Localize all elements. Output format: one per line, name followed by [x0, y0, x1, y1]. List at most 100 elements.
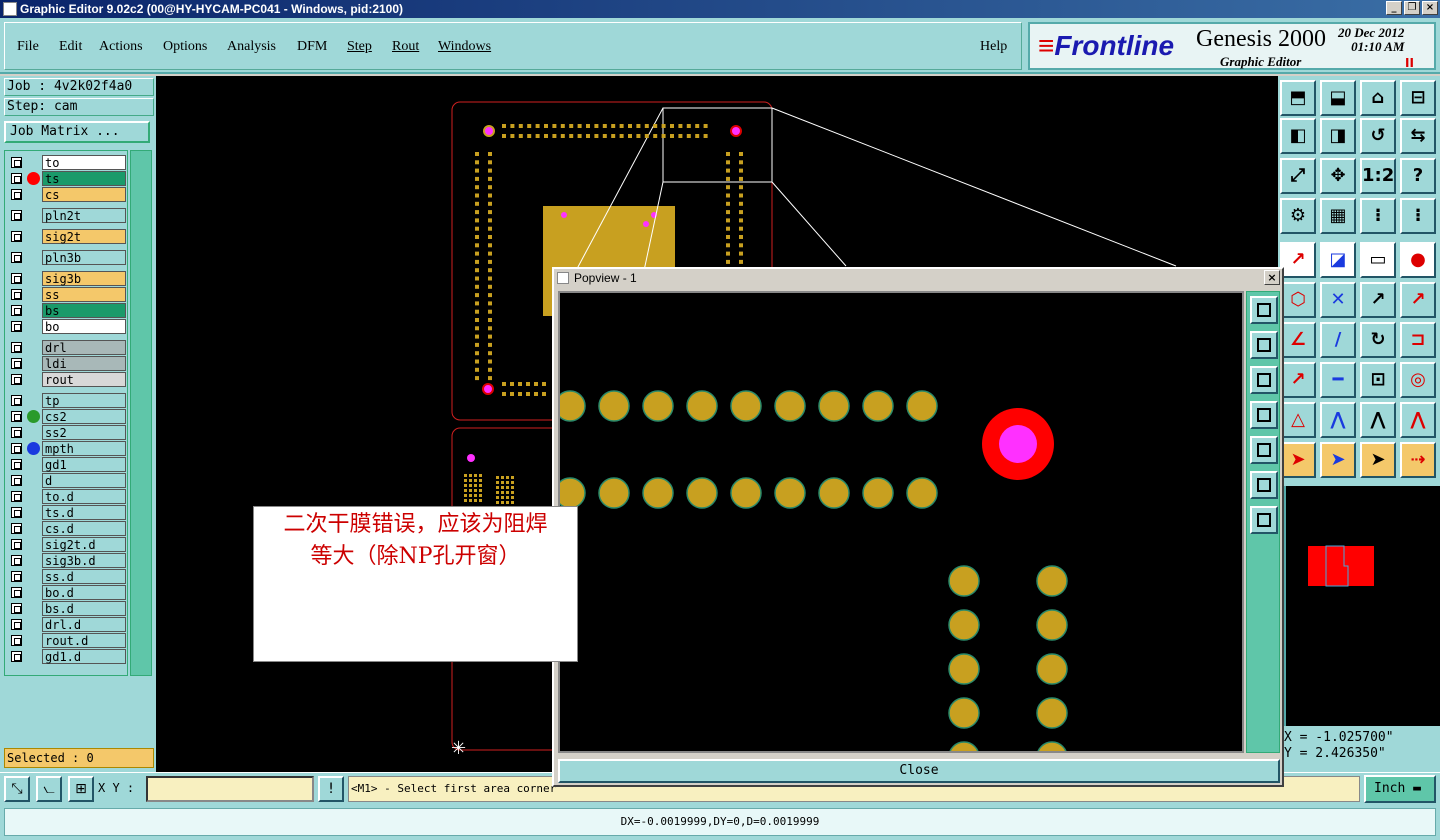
layer-row-sig2t-d[interactable]: sig2t.d [7, 537, 127, 552]
tool-button-7-1[interactable]: ━ [1320, 362, 1356, 398]
layer-row-gd1[interactable]: gd1 [7, 457, 127, 472]
units-select[interactable]: Inch ▬ [1364, 775, 1436, 803]
tool-button-6-1[interactable]: / [1320, 322, 1356, 358]
tool-button-9-0[interactable]: ➤ [1280, 442, 1316, 478]
layer-checkbox[interactable] [11, 173, 22, 184]
layer-checkbox[interactable] [11, 189, 22, 200]
layer-row-gd1-d[interactable]: gd1.d [7, 649, 127, 664]
restore-button[interactable]: ❐ [1404, 1, 1420, 15]
tool-button-5-1[interactable]: ✕ [1320, 282, 1356, 318]
tool-button-9-1[interactable]: ➤ [1320, 442, 1356, 478]
layer-checkbox[interactable] [11, 427, 22, 438]
tool-button-0-1[interactable]: ⬓ [1320, 80, 1356, 116]
tool-button-3-3[interactable]: ⁝ [1400, 198, 1436, 234]
layer-row-ldi[interactable]: ldi [7, 356, 127, 371]
layer-list-scrollbar[interactable] [130, 150, 152, 676]
menu-actions[interactable]: Actions [99, 39, 143, 55]
layer-checkbox[interactable] [11, 305, 22, 316]
layer-checkbox[interactable] [11, 374, 22, 385]
popview-close-button[interactable]: Close [558, 759, 1280, 783]
tool-button-0-0[interactable]: ⬒ [1280, 80, 1316, 116]
popview-canvas[interactable] [558, 291, 1244, 753]
menu-rout[interactable]: Rout [392, 39, 419, 55]
pan-up-icon[interactable] [1250, 366, 1278, 394]
layer-checkbox[interactable] [11, 443, 22, 454]
tool-button-5-0[interactable]: ⬡ [1280, 282, 1316, 318]
layer-checkbox[interactable] [11, 555, 22, 566]
menu-dfm[interactable]: DFM [297, 39, 327, 55]
alert-icon[interactable]: ! [318, 776, 344, 802]
layer-checkbox[interactable] [11, 619, 22, 630]
snap-grid-icon[interactable]: ⊞ [68, 776, 94, 802]
tool-button-3-0[interactable]: ⚙ [1280, 198, 1316, 234]
tool-button-2-1[interactable]: ✥ [1320, 158, 1356, 194]
layer-checkbox[interactable] [11, 523, 22, 534]
tool-button-6-0[interactable]: ∠ [1280, 322, 1316, 358]
layer-row-ss2[interactable]: ss2 [7, 425, 127, 440]
tool-button-4-1[interactable]: ◪ [1320, 242, 1356, 278]
layer-row-ss[interactable]: ss [7, 287, 127, 302]
job-matrix-button[interactable]: Job Matrix ... [4, 121, 150, 143]
tool-button-7-3[interactable]: ◎ [1400, 362, 1436, 398]
tool-button-1-3[interactable]: ⇆ [1400, 118, 1436, 154]
layer-checkbox[interactable] [11, 635, 22, 646]
zoom-out-icon[interactable] [1250, 331, 1278, 359]
tool-button-2-3[interactable]: ? [1400, 158, 1436, 194]
layer-checkbox[interactable] [11, 539, 22, 550]
close-window-button[interactable]: × [1422, 1, 1438, 15]
tool-button-1-0[interactable]: ◧ [1280, 118, 1316, 154]
tool-button-2-2[interactable]: 1:2 [1360, 158, 1396, 194]
pan-right-icon[interactable] [1250, 436, 1278, 464]
tool-button-3-2[interactable]: ⁝ [1360, 198, 1396, 234]
tool-button-8-2[interactable]: ⋀ [1360, 402, 1396, 438]
layer-checkbox[interactable] [11, 475, 22, 486]
layer-row-ss-d[interactable]: ss.d [7, 569, 127, 584]
layer-row-ts[interactable]: ts [7, 171, 127, 186]
tool-button-8-3[interactable]: ⋀ [1400, 402, 1436, 438]
layer-checkbox[interactable] [11, 395, 22, 406]
tool-button-8-1[interactable]: ⋀ [1320, 402, 1356, 438]
layer-checkbox[interactable] [11, 491, 22, 502]
measure-icon[interactable]: ⦦ [36, 776, 62, 802]
layer-row-sig3b-d[interactable]: sig3b.d [7, 553, 127, 568]
tool-button-5-2[interactable]: ↗ [1360, 282, 1396, 318]
layer-row-bs[interactable]: bs [7, 303, 127, 318]
layer-checkbox[interactable] [11, 273, 22, 284]
layer-checkbox[interactable] [11, 252, 22, 263]
menu-windows[interactable]: Windows [438, 39, 491, 55]
menu-options[interactable]: Options [163, 39, 207, 55]
tool-button-5-3[interactable]: ↗ [1400, 282, 1436, 318]
menu-file[interactable]: File [17, 39, 39, 55]
layer-row-bo[interactable]: bo [7, 319, 127, 334]
zoom-area-icon[interactable]: ⤡ [4, 776, 30, 802]
tool-button-0-2[interactable]: ⌂ [1360, 80, 1396, 116]
tool-button-7-2[interactable]: ⊡ [1360, 362, 1396, 398]
tool-button-7-0[interactable]: ↗ [1280, 362, 1316, 398]
layer-checkbox[interactable] [11, 603, 22, 614]
popview-titlebar[interactable]: Popview - 1 × [554, 269, 1282, 287]
xy-input[interactable] [146, 776, 314, 802]
layer-row-rout-d[interactable]: rout.d [7, 633, 127, 648]
menu-help[interactable]: Help [980, 39, 1007, 55]
tool-button-6-2[interactable]: ↻ [1360, 322, 1396, 358]
layer-checkbox[interactable] [11, 289, 22, 300]
fit-icon[interactable] [1250, 471, 1278, 499]
tool-button-8-0[interactable]: △ [1280, 402, 1316, 438]
pause-icon[interactable]: II [1405, 56, 1414, 70]
menu-edit[interactable]: Edit [59, 39, 82, 55]
tool-button-1-1[interactable]: ◨ [1320, 118, 1356, 154]
home-icon[interactable] [1250, 506, 1278, 534]
layer-row-cs[interactable]: cs [7, 187, 127, 202]
popview-close-x[interactable]: × [1264, 270, 1280, 285]
layer-checkbox[interactable] [11, 459, 22, 470]
layer-row-drl[interactable]: drl [7, 340, 127, 355]
menu-step[interactable]: Step [347, 39, 372, 55]
layer-row-rout[interactable]: rout [7, 372, 127, 387]
minimize-button[interactable]: _ [1386, 1, 1402, 15]
layer-checkbox[interactable] [11, 571, 22, 582]
layer-row-pln3b[interactable]: pln3b [7, 250, 127, 265]
layer-checkbox[interactable] [11, 210, 22, 221]
layer-checkbox[interactable] [11, 651, 22, 662]
tool-button-4-3[interactable]: ● [1400, 242, 1436, 278]
tool-button-9-2[interactable]: ➤ [1360, 442, 1396, 478]
